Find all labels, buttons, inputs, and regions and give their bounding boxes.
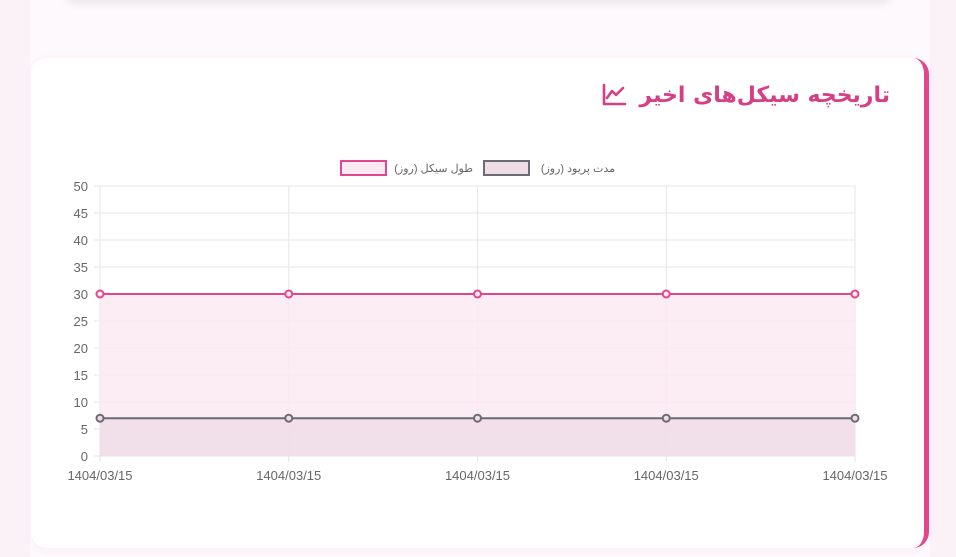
data-point <box>661 289 671 299</box>
y-tick-label: 35 <box>74 260 88 275</box>
data-point <box>473 289 482 299</box>
data-point <box>95 413 105 423</box>
legend-label: طول سیکل (روز) <box>394 163 473 175</box>
cycle-history-card: تاریخچه سیکل‌های اخیر 0 5 10 15 20 25 30 35 40 45… <box>31 58 929 548</box>
series-area <box>100 418 855 456</box>
y-tick-label: 50 <box>74 179 88 194</box>
x-tick-label: 1404/03/15 <box>67 468 132 483</box>
y-tick-label: 45 <box>74 206 88 221</box>
data-point <box>284 413 294 423</box>
legend-swatch <box>340 160 387 176</box>
data-point <box>850 289 860 299</box>
legend-swatch <box>483 160 530 176</box>
data-point <box>284 289 294 299</box>
data-point <box>95 289 105 299</box>
data-point <box>661 413 671 423</box>
x-tick-label: 1404/03/15 <box>634 468 699 483</box>
data-point <box>850 413 860 423</box>
y-tick-label: 10 <box>74 395 88 410</box>
y-tick-label: 40 <box>74 233 88 248</box>
y-tick-label: 0 <box>81 449 88 464</box>
y-tick-label: 30 <box>74 287 88 302</box>
chart-svg: 0 5 10 15 20 25 30 35 40 45 50 1404/03/15 1404/03/15… <box>67 160 888 483</box>
legend-label: مدت پریود (روز) <box>541 163 615 175</box>
cycle-history-chart: 0 5 10 15 20 25 30 35 40 45 50 1404/03/15 1404/03/15… <box>31 58 924 548</box>
y-tick-label: 5 <box>81 422 88 437</box>
x-tick-label: 1404/03/15 <box>445 468 510 483</box>
y-tick-label: 15 <box>74 368 88 383</box>
data-point <box>473 413 482 423</box>
x-tick-label: 1404/03/15 <box>256 468 321 483</box>
y-tick-label: 20 <box>74 341 88 356</box>
x-tick-label: 1404/03/15 <box>822 468 887 483</box>
y-tick-label: 25 <box>74 314 88 329</box>
